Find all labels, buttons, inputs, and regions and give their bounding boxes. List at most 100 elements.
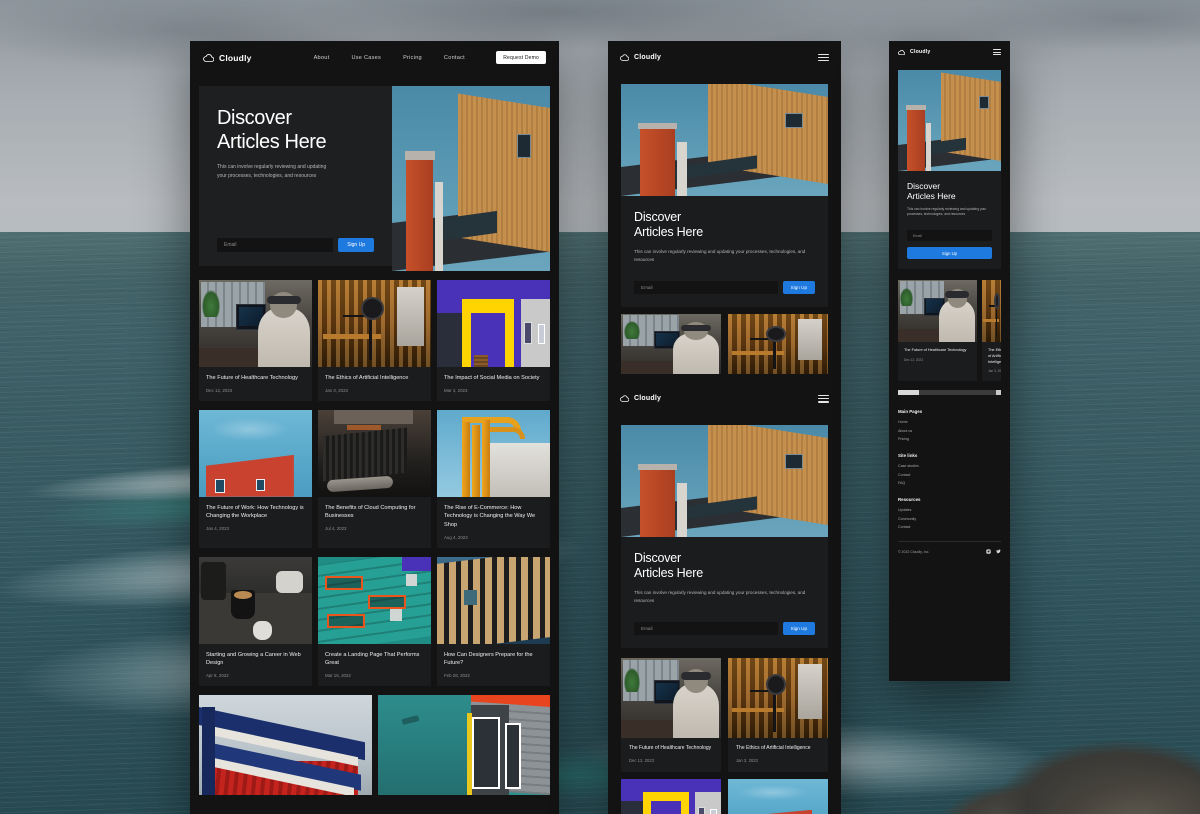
tablet-hero-image: [621, 425, 828, 538]
brand-logo[interactable]: Cloudly: [203, 53, 252, 63]
signup-button[interactable]: Sign Up: [782, 622, 815, 636]
article-thumbnail: [318, 280, 431, 367]
article-date: Jan 4, 2023: [206, 525, 229, 531]
desktop-hero-title: Discover Articles Here: [217, 106, 374, 154]
footer-link-faq[interactable]: FAQ: [898, 481, 1001, 485]
mobile-footer-bottom: © 2022 Cloudly, Inc.: [898, 541, 1001, 563]
article-meta: The Rise of E-Commerce: How Technology i…: [437, 497, 550, 548]
email-input[interactable]: Email: [217, 238, 334, 252]
article-thumbnail: [437, 409, 550, 497]
carousel-scrollbar[interactable]: [898, 390, 1001, 396]
twitter-icon[interactable]: [996, 549, 1001, 554]
mobile-hero-image: [898, 70, 1001, 171]
cloud-icon: [203, 53, 214, 62]
article-card[interactable]: The Future of Healthcare Technology Dec …: [898, 280, 977, 382]
article-thumbnail: [898, 280, 977, 343]
social-links: [986, 549, 1001, 554]
hero-title-line-2: Articles Here: [907, 191, 956, 202]
article-card[interactable]: The Ethics of Artificial Intelligence Ja…: [728, 658, 828, 772]
article-card[interactable]: The Ethics of Artificial Intelligence Ja…: [982, 280, 1001, 382]
article-card[interactable]: The Future of Healthcare Technology Dec …: [199, 280, 312, 401]
desktop-mockup: Cloudly About Use Cases Pricing Contact …: [190, 41, 559, 814]
mobile-footer: Main Pages Home About us Pricing Site li…: [889, 409, 1010, 529]
article-date: Mar 4, 2023: [444, 387, 468, 393]
footer-link-pricing[interactable]: Pricing: [898, 437, 1001, 441]
copyright-text: © 2022 Cloudly, Inc.: [898, 549, 930, 554]
nav-link-pricing[interactable]: Pricing: [403, 55, 422, 61]
background-sky: [0, 0, 1200, 232]
hero-title-line-2: Articles Here: [217, 131, 327, 153]
footer-link-updates[interactable]: Updates: [898, 508, 1001, 512]
brand-logo[interactable]: Cloudly: [620, 54, 661, 61]
article-thumbnail: [318, 409, 431, 497]
article-card[interactable]: The Future of Healthcare Technology Dec …: [621, 658, 721, 772]
scrollbar-thumb[interactable]: [898, 390, 919, 396]
request-demo-button[interactable]: Request Demo: [496, 51, 546, 64]
desktop-nav-links: About Use Cases Pricing Contact: [314, 55, 465, 61]
article-thumbnail: [728, 658, 828, 739]
article-thumbnail[interactable]: [621, 314, 721, 375]
article-thumbnail[interactable]: [728, 314, 828, 375]
article-title: The Future of Healthcare Technology: [904, 348, 967, 353]
article-date: Feb 28, 2022: [444, 672, 470, 678]
hamburger-icon[interactable]: [818, 53, 829, 62]
nav-link-about[interactable]: About: [314, 55, 330, 61]
signup-button[interactable]: Sign Up: [338, 238, 374, 252]
article-title: Create a Landing Page That Performs Grea…: [325, 651, 420, 667]
article-thumbnail[interactable]: [621, 778, 721, 814]
article-card[interactable]: The Rise of E-Commerce: How Technology i…: [437, 409, 550, 548]
signup-button[interactable]: Sign Up: [782, 281, 815, 295]
desktop-hero: Discover Articles Here This can involve …: [199, 86, 550, 271]
article-thumbnail: [982, 280, 1001, 343]
nav-link-contact[interactable]: Contact: [444, 55, 465, 61]
brand-logo[interactable]: Cloudly: [898, 49, 930, 55]
brand-name: Cloudly: [634, 395, 662, 403]
signup-button[interactable]: Sign Up: [907, 247, 992, 260]
article-date: Apr 8, 2022: [206, 672, 229, 678]
article-title: The Future of Healthcare Technology: [206, 375, 298, 381]
mobile-mockup: Cloudly Discover Articles Here This can …: [889, 41, 1010, 681]
instagram-icon[interactable]: [986, 549, 991, 554]
article-meta: The Future of Healthcare Technology Dec …: [621, 738, 721, 772]
footer-link-contact[interactable]: Contact: [898, 473, 1001, 477]
article-card[interactable]: Starting and Growing a Career in Web Des…: [199, 556, 312, 686]
tablet-signup-form: Email Sign Up: [634, 622, 815, 636]
article-card[interactable]: How Can Designers Prepare for the Future…: [437, 556, 550, 686]
brand-logo[interactable]: Cloudly: [620, 395, 661, 402]
brand-name: Cloudly: [634, 54, 662, 61]
desktop-hero-paragraph: This can involve regularly reviewing and…: [217, 164, 327, 179]
email-input[interactable]: Email: [634, 281, 778, 295]
scroll-right-arrow[interactable]: [996, 390, 1001, 396]
email-input[interactable]: Email: [634, 622, 778, 636]
article-thumbnail[interactable]: [728, 778, 828, 814]
hamburger-icon[interactable]: [993, 49, 1001, 55]
article-card[interactable]: The Benefits of Cloud Computing for Busi…: [318, 409, 431, 548]
mobile-hero-content: Discover Articles Here This can involve …: [898, 171, 1001, 269]
hamburger-icon[interactable]: [818, 394, 829, 403]
hero-title-line-2: Articles Here: [634, 225, 703, 240]
article-card[interactable]: Create a Landing Page That Performs Grea…: [318, 556, 431, 686]
footer-link-home[interactable]: Home: [898, 420, 1001, 424]
tablet-hero-title: Discover Articles Here: [634, 210, 815, 241]
footer-link-community[interactable]: Community: [898, 517, 1001, 521]
article-thumbnail: [621, 658, 721, 739]
article-card[interactable]: The Ethics of Artificial Intelligence Ja…: [318, 280, 431, 401]
tablet-hero-content: Discover Articles Here This can involve …: [621, 537, 828, 648]
email-input[interactable]: Email: [907, 230, 992, 242]
footer-column-resources: Resources Updates Community Contact: [898, 497, 1001, 529]
article-thumbnail: [199, 280, 312, 367]
desktop-hero-image: [392, 86, 550, 271]
article-title: The Future of Work: How Technology is Ch…: [206, 504, 304, 520]
article-thumbnail: [437, 556, 550, 644]
mobile-article-carousel[interactable]: The Future of Healthcare Technology Dec …: [898, 280, 1001, 382]
article-meta: The Benefits of Cloud Computing for Busi…: [318, 497, 431, 539]
article-card[interactable]: The Impact of Social Media on Society Ma…: [437, 280, 550, 401]
footer-link-contact-2[interactable]: Contact: [898, 525, 1001, 529]
article-title: The Rise of E-Commerce: How Technology i…: [444, 504, 536, 528]
footer-link-about-us[interactable]: About us: [898, 429, 1001, 433]
tablet-navbar-top: Cloudly: [608, 41, 841, 74]
tablet-hero-content: Discover Articles Here This can involve …: [621, 196, 828, 307]
article-card[interactable]: The Future of Work: How Technology is Ch…: [199, 409, 312, 548]
footer-link-case-studies[interactable]: Case studies: [898, 464, 1001, 468]
nav-link-use-cases[interactable]: Use Cases: [351, 55, 381, 61]
